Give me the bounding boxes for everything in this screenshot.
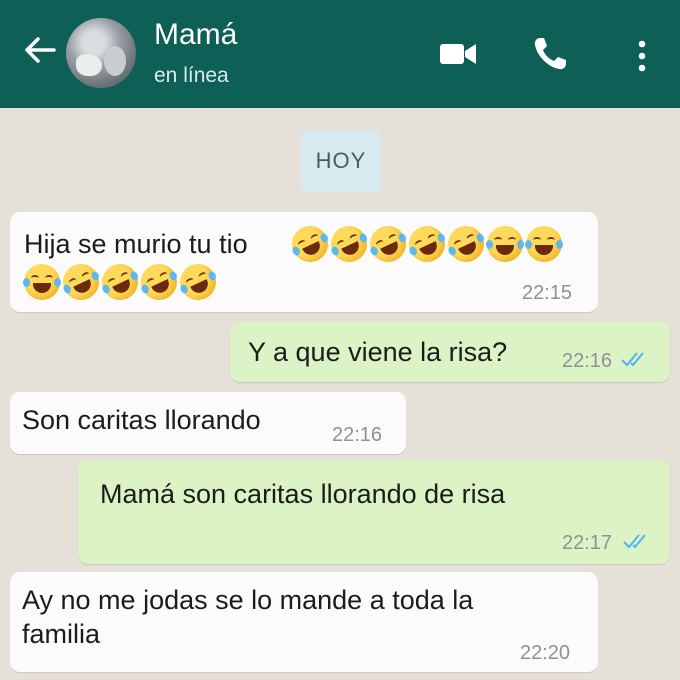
more-vert-icon[interactable] (632, 36, 652, 76)
message-time: 22:20 (520, 642, 571, 664)
chat-area[interactable]: HOY Hija se murio tu tio 22:15 Y a que v… (0, 108, 680, 680)
message-text: Hija se murio tu tio (24, 229, 248, 259)
laughing-emoji-icon (57, 258, 105, 306)
message-text: Y a que viene la risa? (248, 337, 508, 367)
laughing-emoji-icon (174, 258, 222, 306)
message-incoming[interactable]: Hija se murio tu tio 22:15 (10, 212, 598, 312)
avatar[interactable] (66, 18, 136, 88)
laughing-emoji-icon (286, 220, 334, 268)
laughing-emoji-icon (135, 258, 183, 306)
read-ticks-icon (621, 352, 644, 367)
read-ticks-icon (623, 534, 646, 549)
message-outgoing[interactable]: Y a que viene la risa? 22:16 (230, 322, 670, 382)
message-outgoing[interactable]: Mamá son caritas llorando de risa 22:17 (78, 460, 670, 564)
message-time: 22:17 (562, 532, 613, 554)
arrow-left-icon[interactable] (20, 30, 60, 70)
contact-status: en línea (154, 64, 229, 87)
message-text-line-1: Ay no me jodas se lo mande a toda la (22, 585, 474, 615)
phone-icon[interactable] (530, 34, 570, 74)
message-text: Son caritas llorando (22, 405, 261, 435)
laughing-emoji-icon (23, 264, 61, 300)
contact-name[interactable]: Mamá (154, 18, 237, 52)
message-incoming[interactable]: Son caritas llorando 22:16 (10, 392, 406, 454)
emoji-row-1 (286, 220, 563, 268)
message-text: Mamá son caritas llorando de risa (100, 479, 506, 509)
laughing-emoji-icon (525, 226, 563, 262)
chat-header: Mamá en línea (0, 0, 680, 108)
laughing-emoji-icon (403, 220, 451, 268)
message-time: 22:16 (562, 350, 613, 372)
date-separator: HOY (301, 130, 381, 192)
laughing-emoji-icon (325, 220, 373, 268)
laughing-emoji-icon (486, 226, 524, 262)
message-text-line-2: familia (22, 619, 101, 649)
message-time: 22:16 (332, 424, 383, 446)
message-time: 22:15 (522, 282, 573, 304)
emoji-row-2 (23, 258, 222, 306)
message-incoming[interactable]: Ay no me jodas se lo mande a toda la fam… (10, 572, 598, 672)
video-call-icon[interactable] (438, 38, 478, 70)
laughing-emoji-icon (96, 258, 144, 306)
laughing-emoji-icon (442, 220, 490, 268)
laughing-emoji-icon (364, 220, 412, 268)
